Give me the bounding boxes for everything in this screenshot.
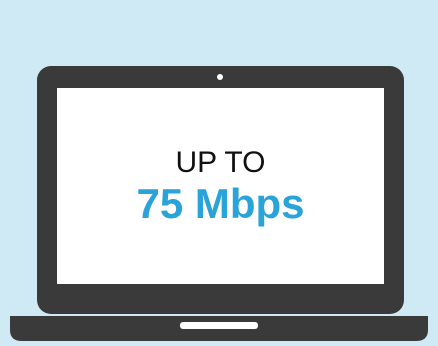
speed-prefix: UP TO — [175, 146, 266, 179]
speed-value: 75 Mbps — [136, 180, 305, 227]
webcam-dot-icon — [217, 74, 223, 80]
screen-content: UP TO 75 Mbps — [57, 88, 384, 284]
laptop-notch — [180, 322, 258, 329]
laptop-illustration: UP TO 75 Mbps — [0, 0, 438, 341]
